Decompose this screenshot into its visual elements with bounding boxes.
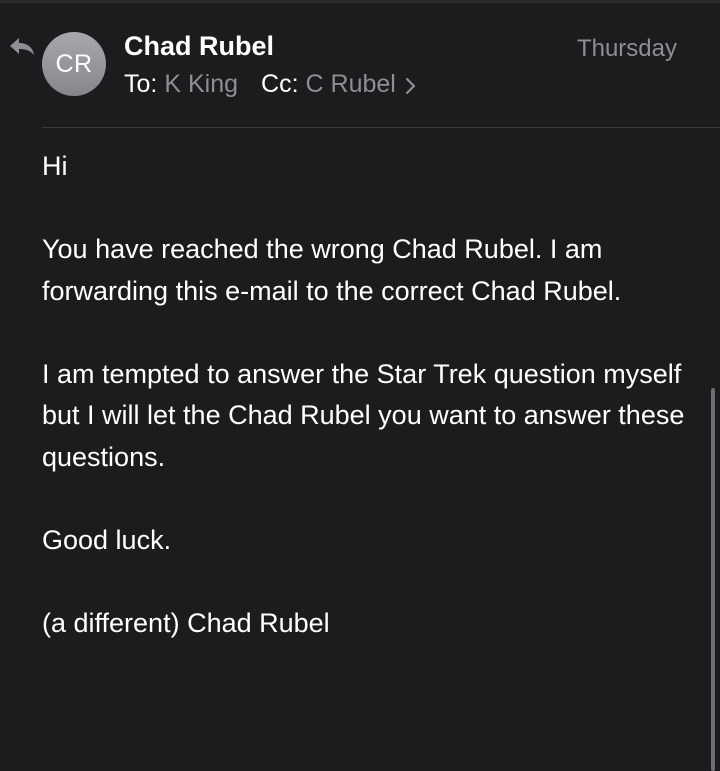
avatar[interactable]: CR [42,32,106,96]
message-date: Thursday [576,35,677,62]
top-divider [0,0,720,3]
scrollbar[interactable] [711,388,715,771]
body-paragraph: Good luck. [42,524,172,555]
mail-message-view: CR Chad Rubel Thursday To: K King Cc: C … [0,0,720,771]
cc-label: Cc: [261,70,299,98]
to-label: To: [124,70,158,98]
recipients-line[interactable]: To: K King Cc: C Rubel [124,70,418,99]
cc-recipient[interactable]: C Rubel [306,70,396,99]
chevron-right-icon[interactable] [404,76,418,96]
sender-name[interactable]: Chad Rubel [124,31,274,62]
body-paragraph: I am tempted to answer the Star Trek que… [42,358,685,472]
body-paragraph: Hi [42,151,68,181]
header-divider [42,127,720,128]
body-paragraph: You have reached the wrong Chad Rubel. I… [42,234,622,306]
reply-arrow-icon [10,38,34,55]
to-recipient[interactable]: K King [164,70,238,99]
message-body: Hi You have reached the wrong Chad Rubel… [42,146,692,686]
body-paragraph: (a different) Chad Rubel [42,607,330,638]
avatar-initials: CR [55,49,93,78]
